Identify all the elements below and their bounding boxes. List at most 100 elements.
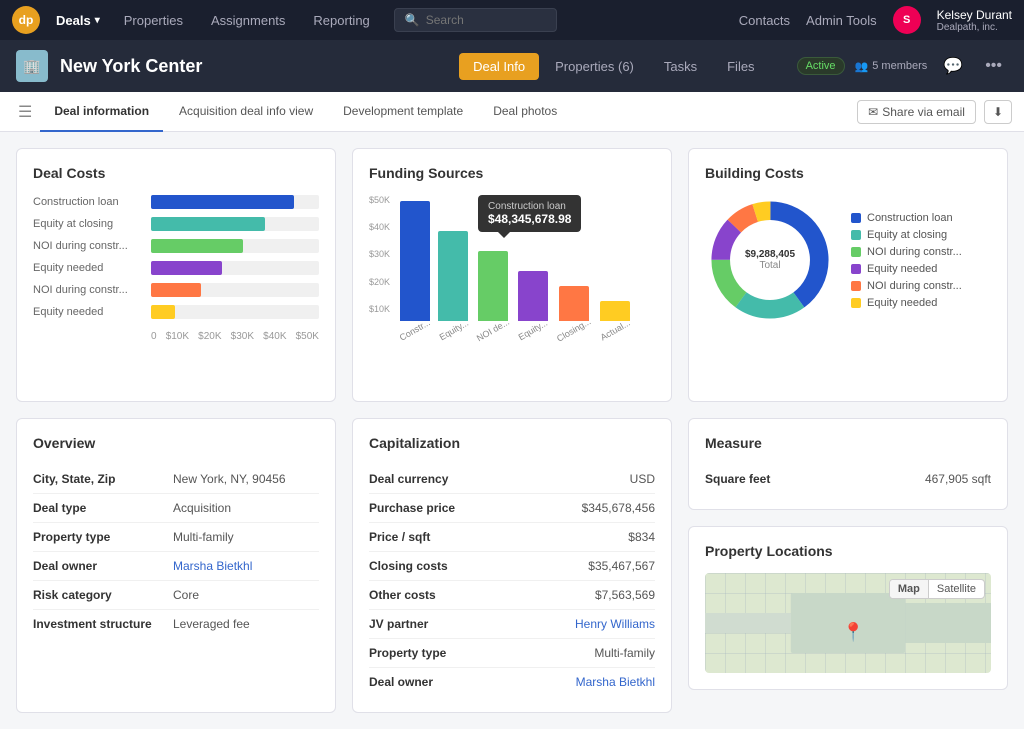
cap-row: Deal owner Marsha Bietkhl <box>369 668 655 696</box>
donut-section: $9,288,405 Total Construction loan Equit… <box>705 195 991 325</box>
deal-costs-bars: Construction loan Equity at closing NOI … <box>33 195 319 319</box>
tab-deal-information[interactable]: Deal information <box>40 92 163 132</box>
status-badge[interactable]: Active <box>797 57 845 75</box>
avatar[interactable]: S <box>893 6 921 34</box>
donut-label: Total <box>745 260 795 271</box>
bar-label: Equity needed <box>33 262 143 274</box>
property-locations-card: Property Locations Map Satel <box>688 526 1008 690</box>
building-legend: Construction loan Equity at closing NOI … <box>851 212 962 309</box>
legend-item: Equity needed <box>851 297 962 309</box>
funding-bar-wrap: Actual... <box>599 301 632 335</box>
overview-value: Core <box>173 588 199 602</box>
tab-deal-photos[interactable]: Deal photos <box>479 92 571 132</box>
tab-acquisition[interactable]: Acquisition deal info view <box>165 92 327 132</box>
deal-costs-card: Deal Costs Construction loan Equity at c… <box>16 148 336 402</box>
building-costs-title: Building Costs <box>705 165 991 181</box>
cap-row: Other costs $7,563,569 <box>369 581 655 610</box>
bar-track <box>151 217 319 231</box>
map: Map Satellite 📍 <box>705 573 991 673</box>
overview-row: Risk category Core <box>33 581 319 610</box>
members-icon: 👥 <box>855 60 869 73</box>
tab-properties[interactable]: Properties (6) <box>541 53 648 80</box>
cap-key: Purchase price <box>369 501 582 515</box>
bar-label: Equity needed <box>33 306 143 318</box>
cap-value: USD <box>630 472 655 486</box>
bar-track <box>151 239 319 253</box>
building-costs-card: Building Costs $9,288,405 Total Construc… <box>688 148 1008 402</box>
bar-label: Equity at closing <box>33 218 143 230</box>
funding-bar-wrap: Closing... <box>555 286 593 335</box>
bar-item: NOI during constr... <box>33 283 319 297</box>
funding-bar-wrap: Constr... <box>398 201 432 335</box>
cap-row: Deal currency USD <box>369 465 655 494</box>
funding-sources-card: Funding Sources $50K $40K $30K $20K $10K… <box>352 148 672 402</box>
overview-value: Acquisition <box>173 501 231 515</box>
members-badge[interactable]: 👥 5 members <box>855 60 928 73</box>
bar-track <box>151 261 319 275</box>
nav-properties[interactable]: Properties <box>112 9 195 32</box>
legend-item: Construction loan <box>851 212 962 224</box>
cap-key: JV partner <box>369 617 575 631</box>
legend-dot <box>851 247 861 257</box>
nav-reporting[interactable]: Reporting <box>301 9 381 32</box>
cap-key: Other costs <box>369 588 595 602</box>
capitalization-card: Capitalization Deal currency USD Purchas… <box>352 418 672 713</box>
search-bar[interactable]: 🔍 <box>394 8 557 32</box>
overview-rows: City, State, Zip New York, NY, 90456 Dea… <box>33 465 319 638</box>
map-controls: Map Satellite <box>889 579 985 599</box>
nav-assignments[interactable]: Assignments <box>199 9 297 32</box>
funding-bar-wrap: Equity... <box>517 271 549 335</box>
overview-value: New York, NY, 90456 <box>173 472 286 486</box>
legend-item: NOI during constr... <box>851 280 962 292</box>
user-name: Kelsey Durant <box>937 8 1012 22</box>
measure-card: Measure Square feet 467,905 sqft <box>688 418 1008 510</box>
cap-value: $345,678,456 <box>582 501 655 515</box>
cap-value[interactable]: Henry Williams <box>575 617 655 631</box>
donut-chart: $9,288,405 Total <box>705 195 835 325</box>
bar-fill <box>151 283 201 297</box>
tab-deal-info[interactable]: Deal Info <box>459 53 539 80</box>
hamburger-icon[interactable]: ☰ <box>12 98 38 126</box>
funding-bar-label: Actual... <box>598 318 631 343</box>
legend-dot <box>851 264 861 274</box>
search-input[interactable] <box>426 13 546 27</box>
right-column: Measure Square feet 467,905 sqft Propert… <box>688 418 1008 713</box>
funding-bar <box>400 201 430 321</box>
overview-key: Property type <box>33 530 173 544</box>
bar-item: Construction loan <box>33 195 319 209</box>
email-icon: ✉ <box>868 105 878 119</box>
deals-nav[interactable]: Deals ▾ <box>48 9 108 32</box>
map-button[interactable]: Map <box>890 580 928 598</box>
bar-fill <box>151 239 243 253</box>
funding-bar-label: Equity... <box>437 318 470 343</box>
overview-key: City, State, Zip <box>33 472 173 486</box>
bar-track <box>151 195 319 209</box>
bar-item: Equity needed <box>33 305 319 319</box>
bar-item: Equity needed <box>33 261 319 275</box>
message-icon[interactable]: 💬 <box>937 54 969 78</box>
bar-axis: 0 $10K $20K $30K $40K $50K <box>33 327 319 342</box>
tab-development[interactable]: Development template <box>329 92 477 132</box>
more-options-icon[interactable]: ••• <box>979 55 1008 77</box>
funding-y-labels: $50K $40K $30K $20K $10K <box>369 195 390 331</box>
cap-key: Deal owner <box>369 675 576 689</box>
download-button[interactable]: ⬇ <box>984 100 1012 124</box>
content-row-2: Overview City, State, Zip New York, NY, … <box>0 418 1024 729</box>
legend-label: NOI during constr... <box>867 246 962 258</box>
cap-value[interactable]: Marsha Bietkhl <box>576 675 655 689</box>
measure-row: Square feet 467,905 sqft <box>705 465 991 493</box>
tab-tasks[interactable]: Tasks <box>650 53 711 80</box>
share-button[interactable]: ✉ Share via email <box>857 100 976 124</box>
overview-title: Overview <box>33 435 319 451</box>
cap-row: JV partner Henry Williams <box>369 610 655 639</box>
tab-files[interactable]: Files <box>713 53 768 80</box>
measure-value: 467,905 sqft <box>925 472 991 486</box>
nav-admin-tools[interactable]: Admin Tools <box>806 13 877 28</box>
cap-key: Property type <box>369 646 594 660</box>
nav-contacts[interactable]: Contacts <box>739 13 790 28</box>
overview-value[interactable]: Marsha Bietkhl <box>173 559 252 573</box>
bar-item: NOI during constr... <box>33 239 319 253</box>
legend-dot <box>851 298 861 308</box>
bar-fill <box>151 195 294 209</box>
satellite-button[interactable]: Satellite <box>929 580 984 598</box>
